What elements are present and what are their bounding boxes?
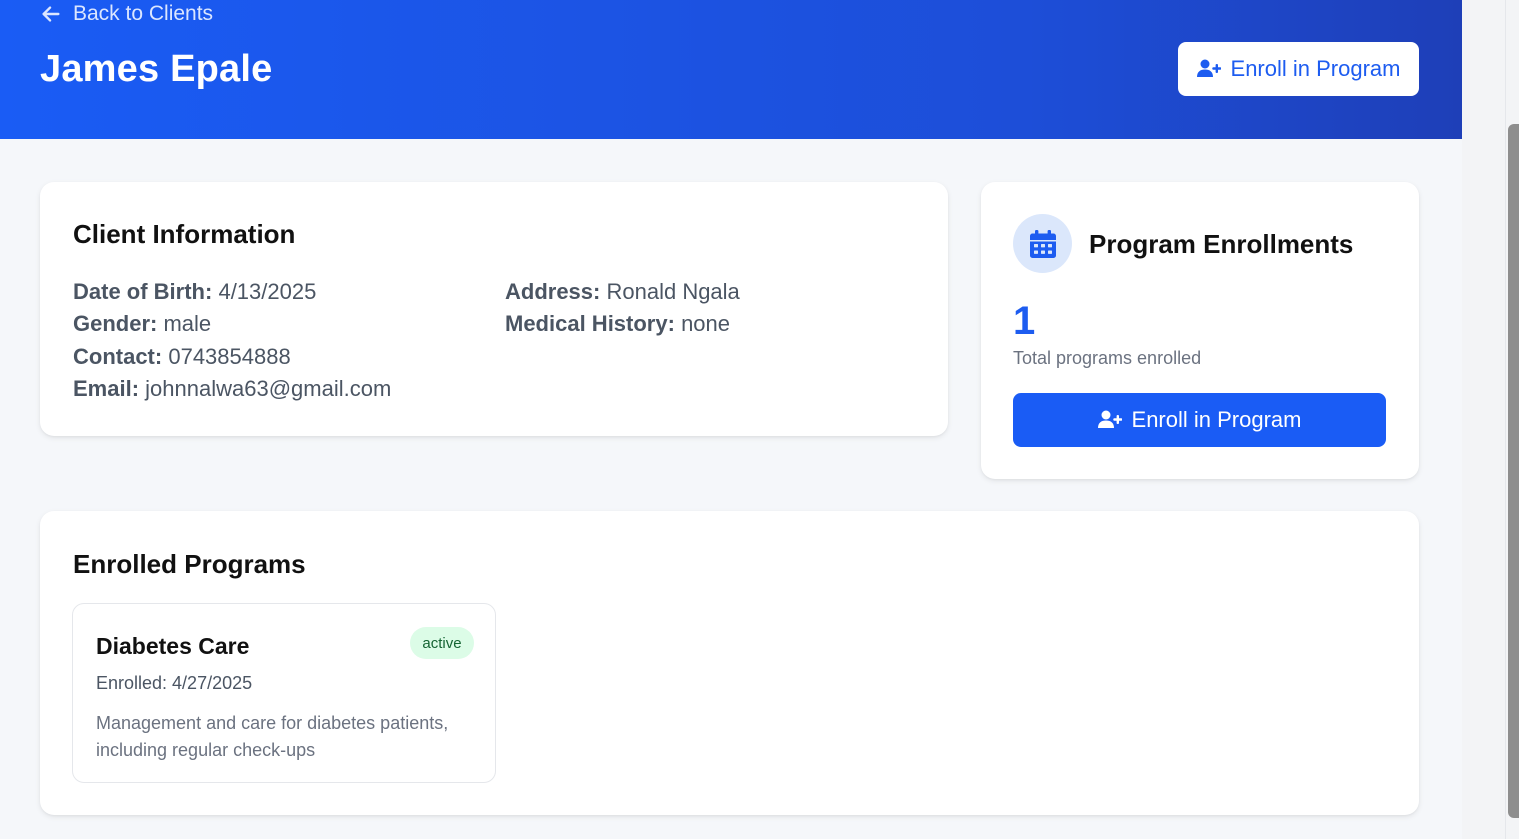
program-name: Diabetes Care (96, 633, 250, 659)
address-value: Ronald Ngala (606, 279, 740, 304)
contact-label: Contact: (73, 344, 163, 369)
calendar-icon (1029, 229, 1056, 258)
dob-label: Date of Birth: (73, 279, 213, 304)
enrollment-count-caption: Total programs enrolled (1013, 348, 1202, 368)
email-value: johnnalwa63@gmail.com (145, 376, 392, 401)
header-enroll-button[interactable]: Enroll in Program (1178, 42, 1419, 96)
enrolled-programs-card: Enrolled Programs Diabetes Care active E… (40, 511, 1419, 815)
medical-history-label: Medical History: (505, 311, 675, 336)
contact-field: Contact: 0743854888 (73, 344, 291, 370)
enrolled-programs-title: Enrolled Programs (73, 549, 306, 579)
gender-value: male (163, 311, 212, 336)
program-enrollments-card: Program Enrollments 1 Total programs enr… (981, 182, 1419, 479)
email-field: Email: johnnalwa63@gmail.com (73, 376, 391, 402)
status-badge: active (410, 627, 474, 659)
header-enroll-button-label: Enroll in Program (1230, 56, 1401, 81)
program-card[interactable]: Diabetes Care active Enrolled: 4/27/2025… (72, 603, 496, 783)
program-enrolled-date: Enrolled: 4/27/2025 (96, 673, 253, 693)
program-description: Management and care for diabetes patient… (96, 713, 449, 760)
dob-field: Date of Birth: 4/13/2025 (73, 279, 316, 305)
contact-value: 0743854888 (168, 344, 291, 369)
program-enrollments-title: Program Enrollments (1089, 229, 1354, 259)
enrollment-count: 1 (1013, 299, 1036, 343)
address-label: Address: (505, 279, 601, 304)
dob-value: 4/13/2025 (218, 279, 317, 304)
enroll-in-program-button[interactable]: Enroll in Program (1013, 393, 1386, 447)
user-plus-icon (1097, 410, 1122, 428)
email-label: Email: (73, 376, 140, 401)
scrollbar-thumb[interactable] (1508, 124, 1519, 818)
medical-history-field: Medical History: none (505, 311, 730, 337)
arrow-left-icon (42, 6, 60, 22)
gender-field: Gender: male (73, 311, 211, 337)
page: Back to Clients James Epale Enroll in Pr… (0, 0, 1462, 839)
back-to-clients-link[interactable]: Back to Clients (40, 2, 213, 26)
page-header: Back to Clients James Epale Enroll in Pr… (0, 0, 1462, 139)
client-information-card: Client Information Date of Birth: 4/13/2… (40, 182, 948, 436)
medical-history-value: none (681, 311, 731, 336)
user-plus-icon (1196, 59, 1221, 77)
back-link-label: Back to Clients (73, 2, 214, 25)
address-field: Address: Ronald Ngala (505, 279, 740, 305)
calendar-icon-badge (1013, 214, 1072, 273)
gender-label: Gender: (73, 311, 158, 336)
enroll-in-program-button-label: Enroll in Program (1131, 407, 1302, 432)
scrollbar-divider (1505, 0, 1506, 839)
page-title: James Epale (40, 48, 273, 90)
client-information-title: Client Information (73, 219, 296, 249)
